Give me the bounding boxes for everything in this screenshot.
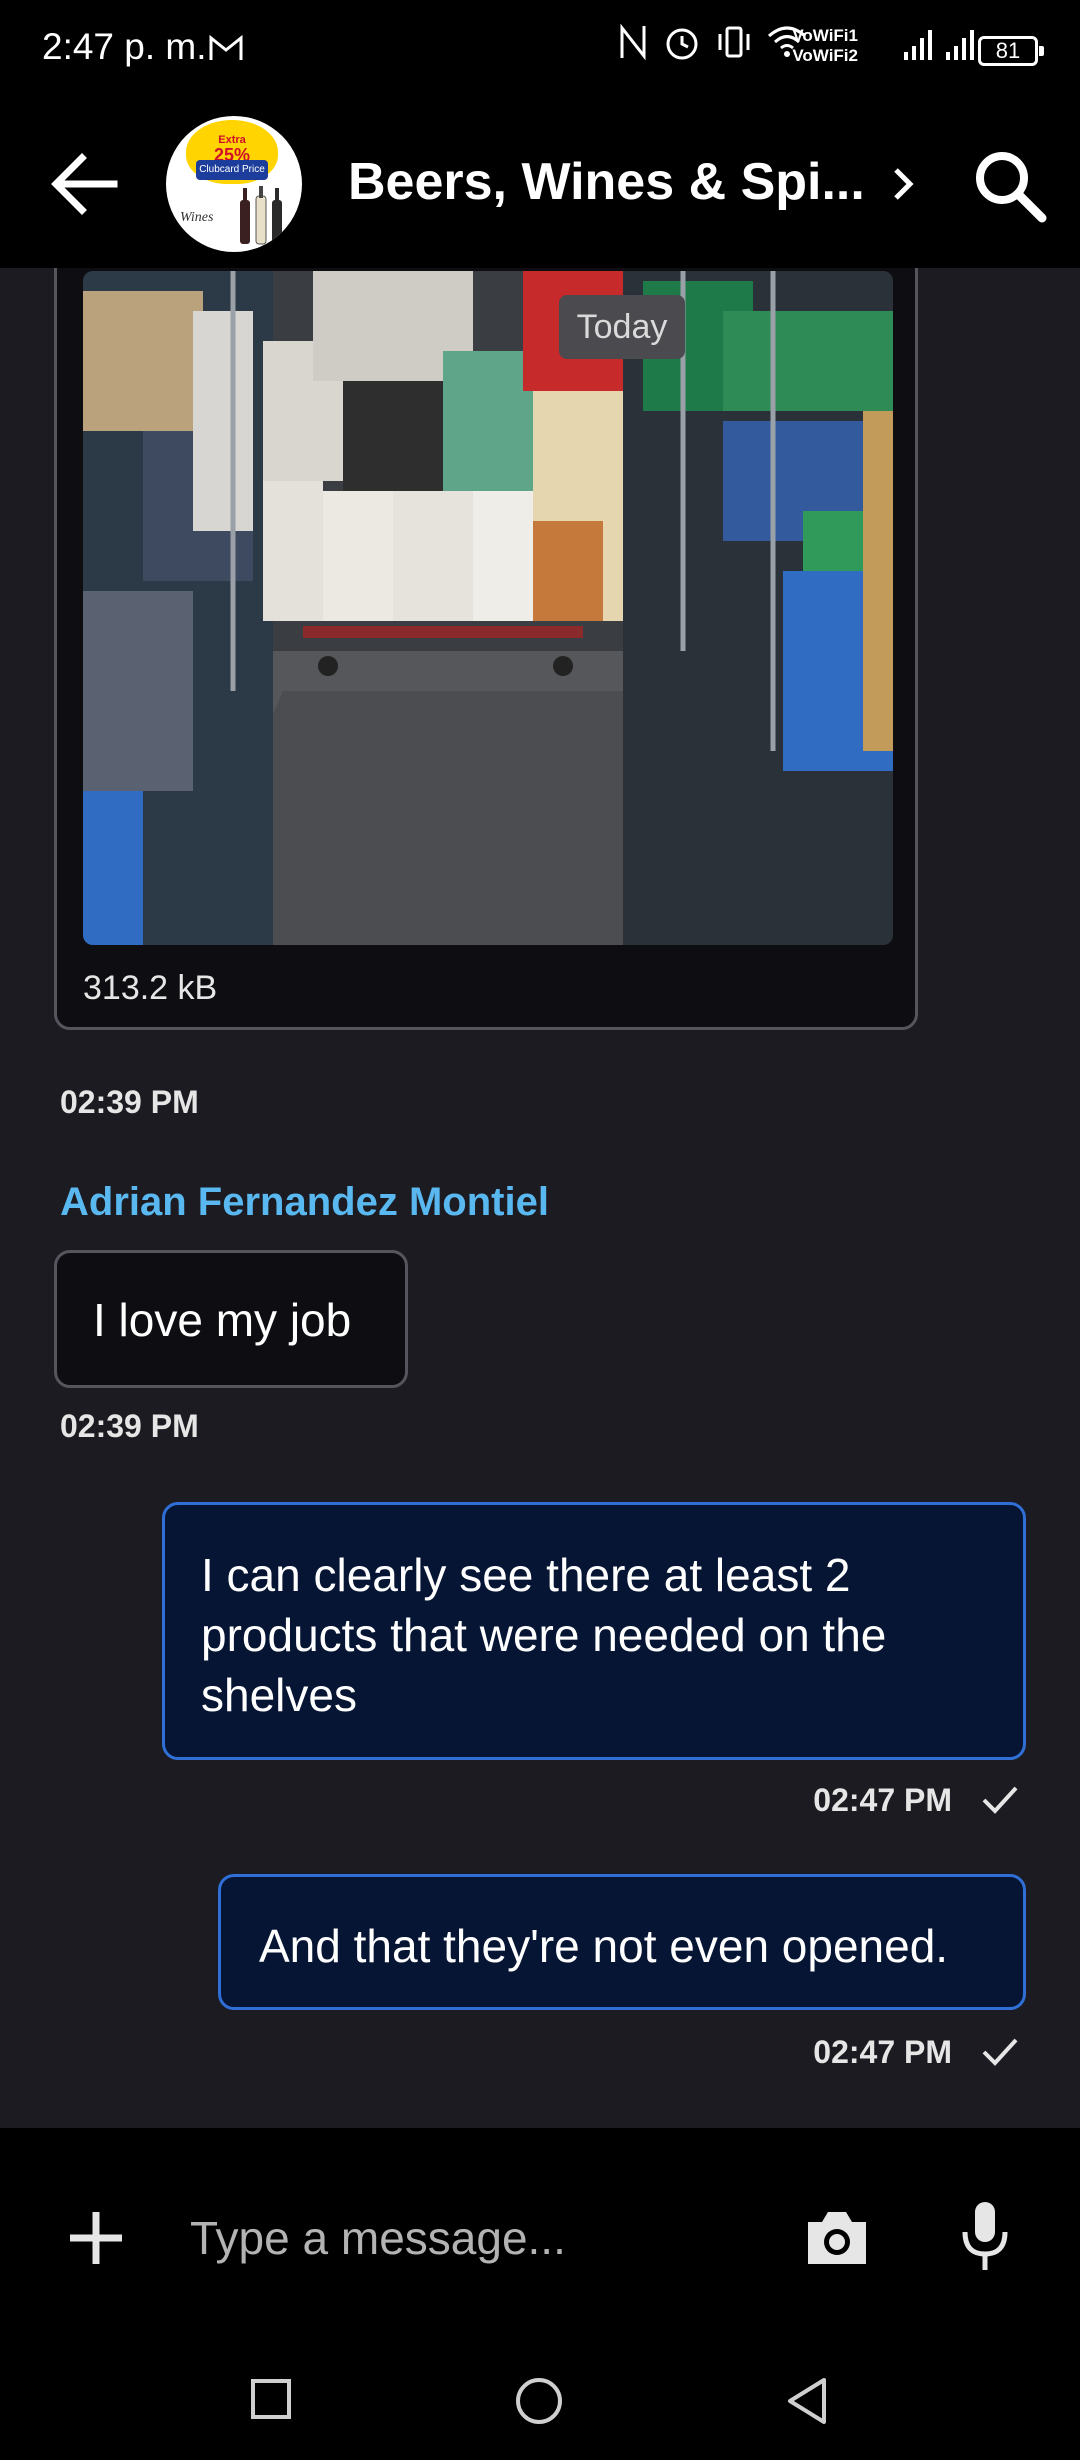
- message-composer: [0, 2128, 1080, 2338]
- vibrate-icon: [718, 26, 750, 58]
- square-icon[interactable]: [248, 2376, 294, 2422]
- avatar-clubcard-text: Clubcard Price: [199, 164, 265, 175]
- app-root: 2:47 p. m. VoWiFi1 VoWiFi2 81 Extra 25% …: [0, 0, 1080, 2460]
- check-icon: [982, 2038, 1018, 2066]
- message-timestamp: 02:47 PM: [813, 1782, 952, 1818]
- message-list[interactable]: Today 313.2 kB 02:39 PM Adrian Fernandez…: [0, 268, 1080, 2128]
- outgoing-message-bubble[interactable]: I can clearly see there at least 2 produ…: [162, 1502, 1026, 1760]
- alarm-icon: [666, 28, 698, 60]
- check-icon: [982, 1786, 1018, 1814]
- status-time: 2:47 p. m.: [42, 26, 207, 67]
- gmail-icon: [209, 34, 243, 60]
- back-arrow-icon[interactable]: [50, 152, 120, 216]
- avatar-clubcard-pill: Clubcard Price: [196, 160, 268, 180]
- vowifi-2: VoWiFi2: [792, 46, 858, 65]
- incoming-message-bubble[interactable]: I love my job: [54, 1250, 408, 1388]
- chevron-right-icon[interactable]: [890, 164, 916, 204]
- status-icons: VoWiFi1 VoWiFi2 81: [618, 22, 1044, 78]
- message-timestamp: 02:47 PM: [813, 2034, 952, 2070]
- sender-name[interactable]: Adrian Fernandez Montiel: [60, 1180, 549, 1225]
- wine-bottles-icon: [240, 186, 282, 245]
- image-message-bubble[interactable]: Today 313.2 kB: [54, 268, 918, 1030]
- search-icon[interactable]: [970, 146, 1050, 226]
- stockroom-photo: [83, 271, 893, 945]
- triangle-back-icon[interactable]: [784, 2376, 830, 2426]
- message-input[interactable]: [190, 2198, 750, 2278]
- outgoing-message-text: I can clearly see there at least 2 produ…: [201, 1549, 887, 1721]
- signal-1-icon: [904, 30, 932, 60]
- message-timestamp: 02:39 PM: [60, 1084, 199, 1120]
- microphone-icon[interactable]: [960, 2200, 1010, 2272]
- group-avatar[interactable]: Extra 25% Clubcard Price Wines: [166, 116, 302, 252]
- date-chip: Today: [559, 295, 685, 359]
- message-timestamp: 02:39 PM: [60, 1408, 199, 1444]
- chat-title[interactable]: Beers, Wines & Spi...: [348, 152, 865, 212]
- nfc-icon: [620, 23, 646, 61]
- system-nav-bar: [0, 2338, 1080, 2460]
- vowifi-1: VoWiFi1: [792, 26, 858, 45]
- signal-2-icon: [946, 30, 974, 60]
- chat-header: Extra 25% Clubcard Price Wines Beers, Wi…: [0, 100, 1080, 268]
- vowifi-label: VoWiFi1 VoWiFi2: [792, 26, 858, 66]
- status-bar: 2:47 p. m. VoWiFi1 VoWiFi2 81: [0, 0, 1080, 100]
- outgoing-message-bubble[interactable]: And that they're not even opened.: [218, 1874, 1026, 2010]
- circle-icon[interactable]: [514, 2376, 564, 2426]
- file-size: 313.2 kB: [83, 969, 218, 1007]
- outgoing-message-text: And that they're not even opened.: [259, 1920, 949, 1972]
- avatar-wines-text: Wines: [180, 210, 214, 225]
- plus-icon[interactable]: [66, 2208, 126, 2268]
- attached-photo[interactable]: Today: [83, 271, 893, 945]
- battery-indicator: 81: [978, 36, 1044, 66]
- incoming-message-text: I love my job: [93, 1294, 352, 1346]
- camera-icon[interactable]: [804, 2206, 870, 2268]
